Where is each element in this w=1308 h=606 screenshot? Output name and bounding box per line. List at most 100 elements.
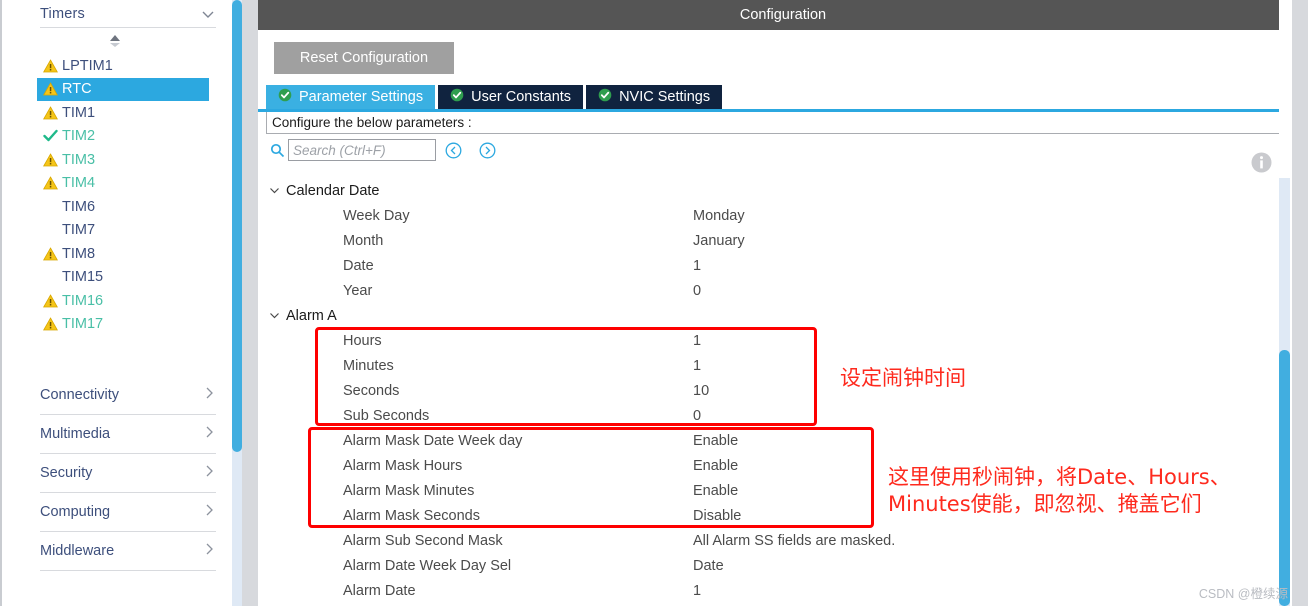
sidebar-item-rtc[interactable]: RTC <box>37 77 209 101</box>
parameter-row[interactable]: Hours 1 <box>258 328 1308 353</box>
sidebar-category-label: Connectivity <box>40 387 119 403</box>
parameter-row[interactable]: Month January <box>258 228 1308 253</box>
sidebar-item-tim16[interactable]: TIM16 <box>40 289 228 313</box>
parameter-value[interactable]: Date <box>693 558 724 574</box>
parameter-value[interactable]: 10 <box>693 383 709 399</box>
chevron-right-icon <box>202 503 216 521</box>
reset-configuration-button[interactable]: Reset Configuration <box>274 41 454 74</box>
window-right-gutter <box>1292 0 1308 606</box>
parameter-row[interactable]: Alarm Mask Date Week day Enable <box>258 428 1308 453</box>
warning-icon <box>43 105 62 120</box>
sidebar-item-tim1[interactable]: TIM1 <box>40 101 228 125</box>
sidebar-item-tim15[interactable]: TIM15 <box>40 266 228 290</box>
sidebar-item-tim2[interactable]: TIM2 <box>40 125 228 149</box>
check-circle-icon <box>450 88 464 106</box>
chevron-right-icon <box>202 464 216 482</box>
panel-scroll-gutter-top <box>1279 0 1292 178</box>
parameter-value[interactable]: Disable <box>693 508 741 524</box>
tree-group-label: Calendar Date <box>286 182 380 199</box>
info-icon[interactable] <box>1251 152 1272 178</box>
sidebar-category-connectivity[interactable]: Connectivity <box>40 376 216 415</box>
parameter-name: Date <box>343 257 374 274</box>
parameter-value[interactable]: January <box>693 233 745 249</box>
parameter-value[interactable]: 1 <box>693 358 701 374</box>
screen-root: Timers LPTIM1 RTC TIM1 TIM2 TIM3 TIM4 TIM6 TIM7… <box>0 0 1308 606</box>
parameter-tree: Calendar Date Week Day Monday Month January D… <box>258 178 1308 603</box>
warning-icon <box>43 82 62 96</box>
parameter-row[interactable]: Year 0 <box>258 278 1308 303</box>
annotation-note-line-1: 这里使用秒闹钟，将Date、Hours、 <box>888 465 1231 489</box>
check-icon <box>43 129 62 143</box>
sidebar-item-label: TIM8 <box>62 245 96 262</box>
parameter-row[interactable]: Week Day Monday <box>258 203 1308 228</box>
page-title: Configuration <box>739 7 827 23</box>
parameter-name: Seconds <box>343 382 400 399</box>
check-circle-icon <box>598 88 612 106</box>
parameter-value[interactable]: 1 <box>693 258 701 274</box>
parameter-name: Week Day <box>343 207 410 224</box>
sidebar-category-security[interactable]: Security <box>40 454 216 493</box>
check-circle-icon <box>278 88 292 106</box>
navigate-back-icon[interactable] <box>436 142 470 159</box>
sidebar-item-label: TIM7 <box>62 222 96 239</box>
parameter-value[interactable]: 1 <box>693 583 701 599</box>
parameter-name: Alarm Mask Date Week day <box>343 432 523 449</box>
chevron-down-icon[interactable] <box>268 309 286 322</box>
search-input[interactable] <box>288 139 436 161</box>
sidebar-gutter <box>242 0 258 606</box>
sidebar-item-label: TIM1 <box>62 104 96 121</box>
tab-user-constants[interactable]: User Constants <box>438 85 584 109</box>
parameter-name: Alarm Mask Hours <box>343 457 463 474</box>
parameter-value[interactable]: Enable <box>693 458 738 474</box>
sidebar-scrollbar[interactable] <box>232 0 242 606</box>
sidebar-category-label: Security <box>40 465 93 481</box>
watermark: CSDN @橙续源 <box>1198 587 1288 601</box>
parameter-name: Alarm Mask Minutes <box>343 482 475 499</box>
sidebar-item-tim3[interactable]: TIM3 <box>40 148 228 172</box>
warning-icon <box>43 317 62 331</box>
panel-titlebar: Configuration <box>258 0 1308 30</box>
tab-parameter-settings[interactable]: Parameter Settings <box>266 85 436 109</box>
parameter-row[interactable]: Alarm Date 1 <box>258 578 1308 603</box>
sidebar-item-lptim1[interactable]: LPTIM1 <box>40 54 228 78</box>
parameter-value[interactable]: Enable <box>693 483 738 499</box>
parameter-value[interactable]: Monday <box>693 208 745 224</box>
parameter-name: Alarm Date Week Day Sel <box>343 557 512 574</box>
chevron-down-icon[interactable] <box>268 184 286 197</box>
parameter-value[interactable]: All Alarm SS fields are masked. <box>693 533 895 549</box>
tree-group-alarm-a[interactable]: Alarm A <box>258 303 1308 328</box>
parameter-row[interactable]: Sub Seconds 0 <box>258 403 1308 428</box>
parameter-row[interactable]: Minutes 1 <box>258 353 1308 378</box>
parameter-row[interactable]: Seconds 10 <box>258 378 1308 403</box>
tab-nvic-settings[interactable]: NVIC Settings <box>586 85 723 109</box>
chevron-down-icon <box>200 6 216 22</box>
navigate-forward-icon[interactable] <box>470 142 504 159</box>
tree-group-calendar-date[interactable]: Calendar Date <box>258 178 1308 203</box>
parameter-value[interactable]: 1 <box>693 333 701 349</box>
sidebar-item-tim4[interactable]: TIM4 <box>40 172 228 196</box>
chevron-right-icon <box>202 386 216 404</box>
parameter-value[interactable]: 0 <box>693 408 701 424</box>
parameter-value[interactable]: 0 <box>693 283 701 299</box>
left-sidebar: Timers LPTIM1 RTC TIM1 TIM2 TIM3 TIM4 TIM6 TIM7… <box>0 0 228 606</box>
parameter-name: Year <box>343 282 373 299</box>
sidebar-category-middleware[interactable]: Middleware <box>40 532 216 571</box>
sidebar-item-label: TIM17 <box>62 316 104 333</box>
parameter-row[interactable]: Alarm Date Week Day Sel Date <box>258 553 1308 578</box>
sidebar-category-list: Connectivity Multimedia Security Computing M… <box>2 376 228 571</box>
sidebar-item-tim8[interactable]: TIM8 <box>40 242 228 266</box>
sidebar-item-tim7[interactable]: TIM7 <box>40 219 228 243</box>
parameter-row[interactable]: Alarm Sub Second Mask All Alarm SS fields… <box>258 528 1308 553</box>
sort-spinner-icon[interactable] <box>2 28 228 54</box>
sidebar-item-tim17[interactable]: TIM17 <box>40 313 228 337</box>
panel-scrollbar-thumb[interactable] <box>1279 350 1290 606</box>
parameter-row[interactable]: Date 1 <box>258 253 1308 278</box>
panel-scrollbar[interactable] <box>1279 178 1290 606</box>
sidebar-category-multimedia[interactable]: Multimedia <box>40 415 216 454</box>
sidebar-section-header-timers[interactable]: Timers <box>40 0 216 28</box>
parameter-value[interactable]: Enable <box>693 433 738 449</box>
annotation-note-alarm-time: 设定闹钟时间 <box>840 366 966 390</box>
sidebar-category-computing[interactable]: Computing <box>40 493 216 532</box>
sidebar-item-tim6[interactable]: TIM6 <box>40 195 228 219</box>
sidebar-scrollbar-thumb[interactable] <box>232 0 242 452</box>
